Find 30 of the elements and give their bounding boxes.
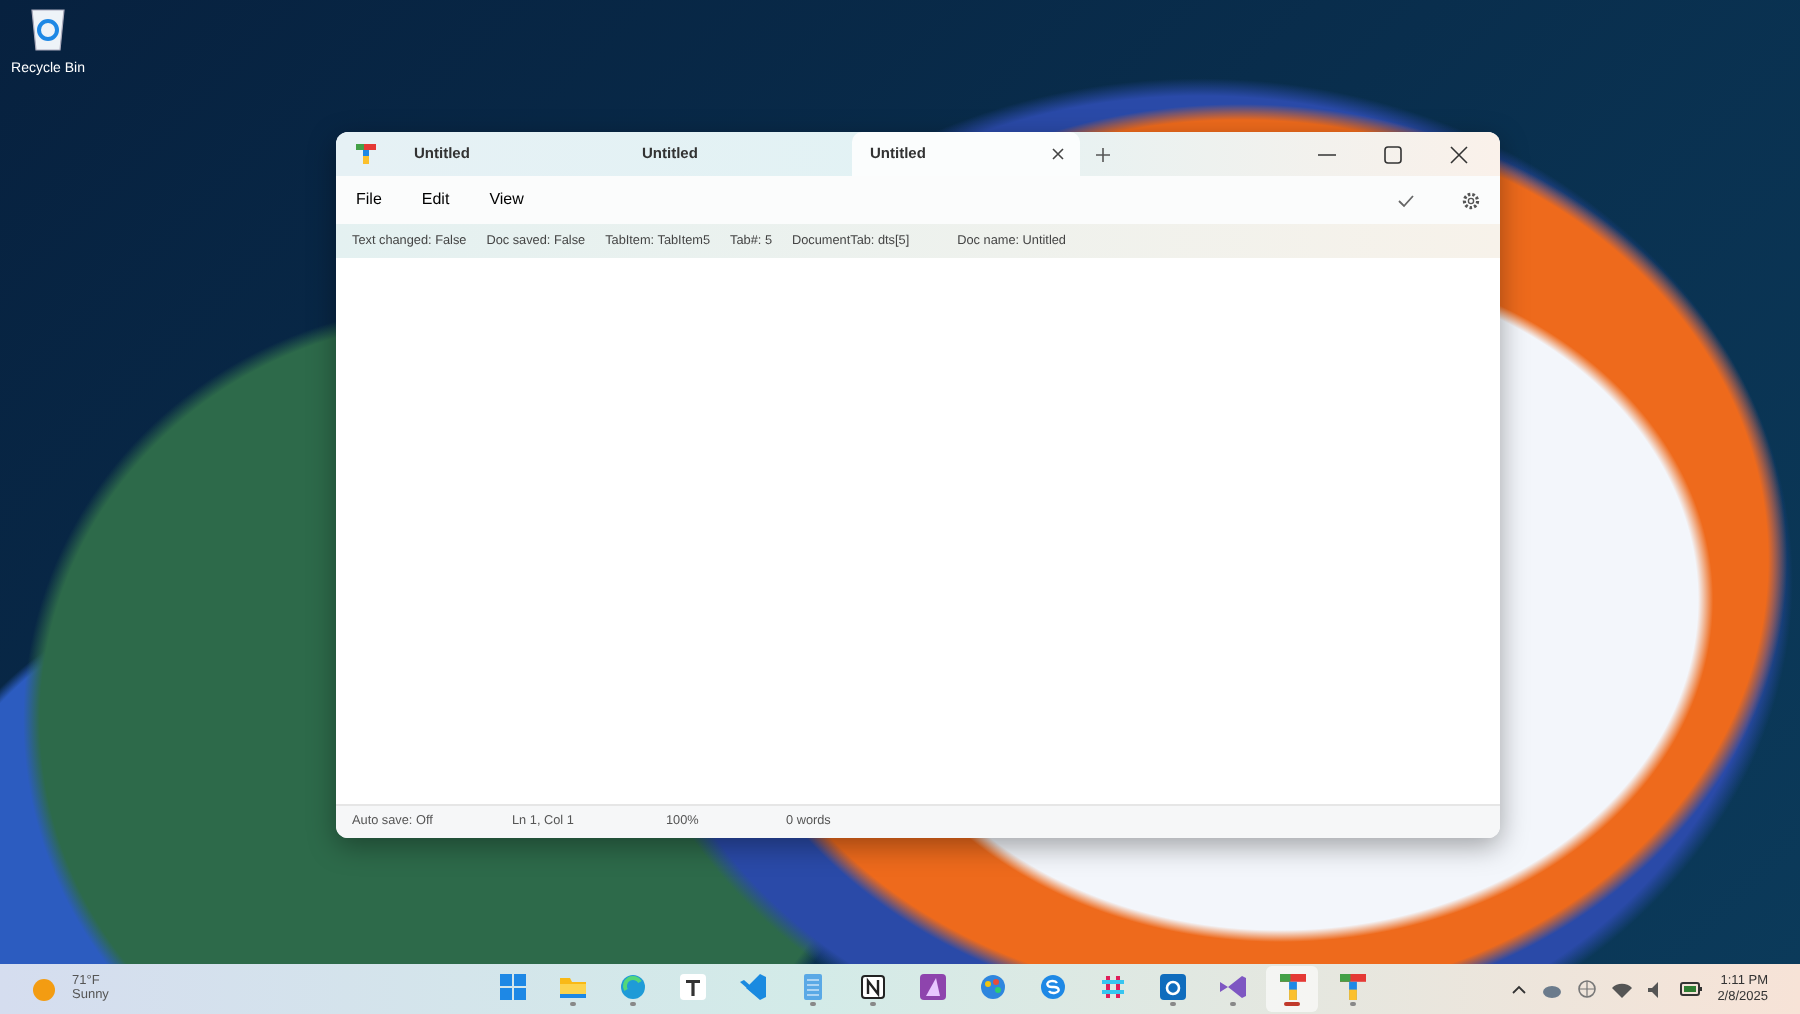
menu-item[interactable]: File xyxy=(348,188,394,212)
letter-tile-icon xyxy=(679,974,705,1000)
globe-icon[interactable] xyxy=(1577,980,1596,998)
checkmark-icon[interactable] xyxy=(1398,193,1414,207)
speaker-icon[interactable] xyxy=(1647,981,1664,997)
grid-icon xyxy=(499,974,525,1000)
mail-tile-icon xyxy=(1159,973,1185,999)
swirl-icon xyxy=(619,973,645,999)
close-icon[interactable] xyxy=(1450,145,1468,163)
notepad-icon xyxy=(799,973,825,999)
app-logo-icon xyxy=(356,144,376,164)
code-icon xyxy=(739,974,765,1000)
wifi-icon[interactable] xyxy=(1611,981,1632,997)
maximize-icon[interactable] xyxy=(1384,145,1402,163)
plus-icon[interactable] xyxy=(1096,147,1110,161)
recycle-bin-icon[interactable] xyxy=(26,4,70,52)
menu-item[interactable]: View xyxy=(481,188,536,212)
triangle-tile-icon xyxy=(919,974,945,1000)
palette-icon xyxy=(979,974,1005,1000)
app-logo-icon xyxy=(1339,973,1365,999)
s-bubble-icon xyxy=(1039,974,1065,1000)
cloud-icon[interactable] xyxy=(1541,981,1562,997)
folder-icon xyxy=(559,973,585,999)
battery-icon[interactable] xyxy=(1679,982,1702,996)
menu-item[interactable]: Edit xyxy=(413,188,462,212)
hash-icon xyxy=(1099,974,1125,1000)
app-logo-icon xyxy=(1279,973,1305,999)
chevron-up-icon[interactable] xyxy=(1511,984,1526,994)
close-icon[interactable] xyxy=(1052,148,1064,160)
settings-icon[interactable] xyxy=(1462,191,1480,209)
